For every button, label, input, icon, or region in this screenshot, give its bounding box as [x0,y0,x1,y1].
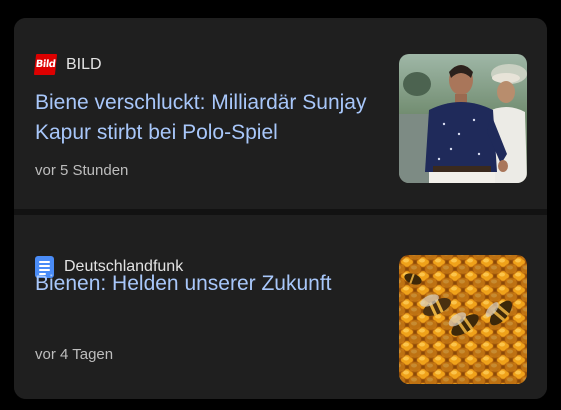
article-thumbnail[interactable] [399,255,527,384]
article-headline[interactable]: Bienen: Helden unserer Zukunft [35,269,375,299]
article-thumbnail[interactable] [399,54,527,183]
bild-logo-text: Bild [35,59,56,70]
news-card[interactable]: Deutschlandfunk Bienen: Helden unserer Z… [14,215,547,399]
article-timestamp: vor 5 Stunden [35,162,129,179]
article-headline[interactable]: Biene verschluckt: Milliardär Sunjay Kap… [35,88,375,148]
news-card[interactable]: Bild BILD Biene verschluckt: Milliardär … [14,18,547,209]
bild-logo-icon: Bild [33,54,58,75]
article-timestamp: vor 4 Tagen [35,346,114,363]
news-feed: Bild BILD Biene verschluckt: Milliardär … [14,18,547,399]
source-row: Bild BILD [33,54,102,75]
source-name: BILD [66,55,102,73]
